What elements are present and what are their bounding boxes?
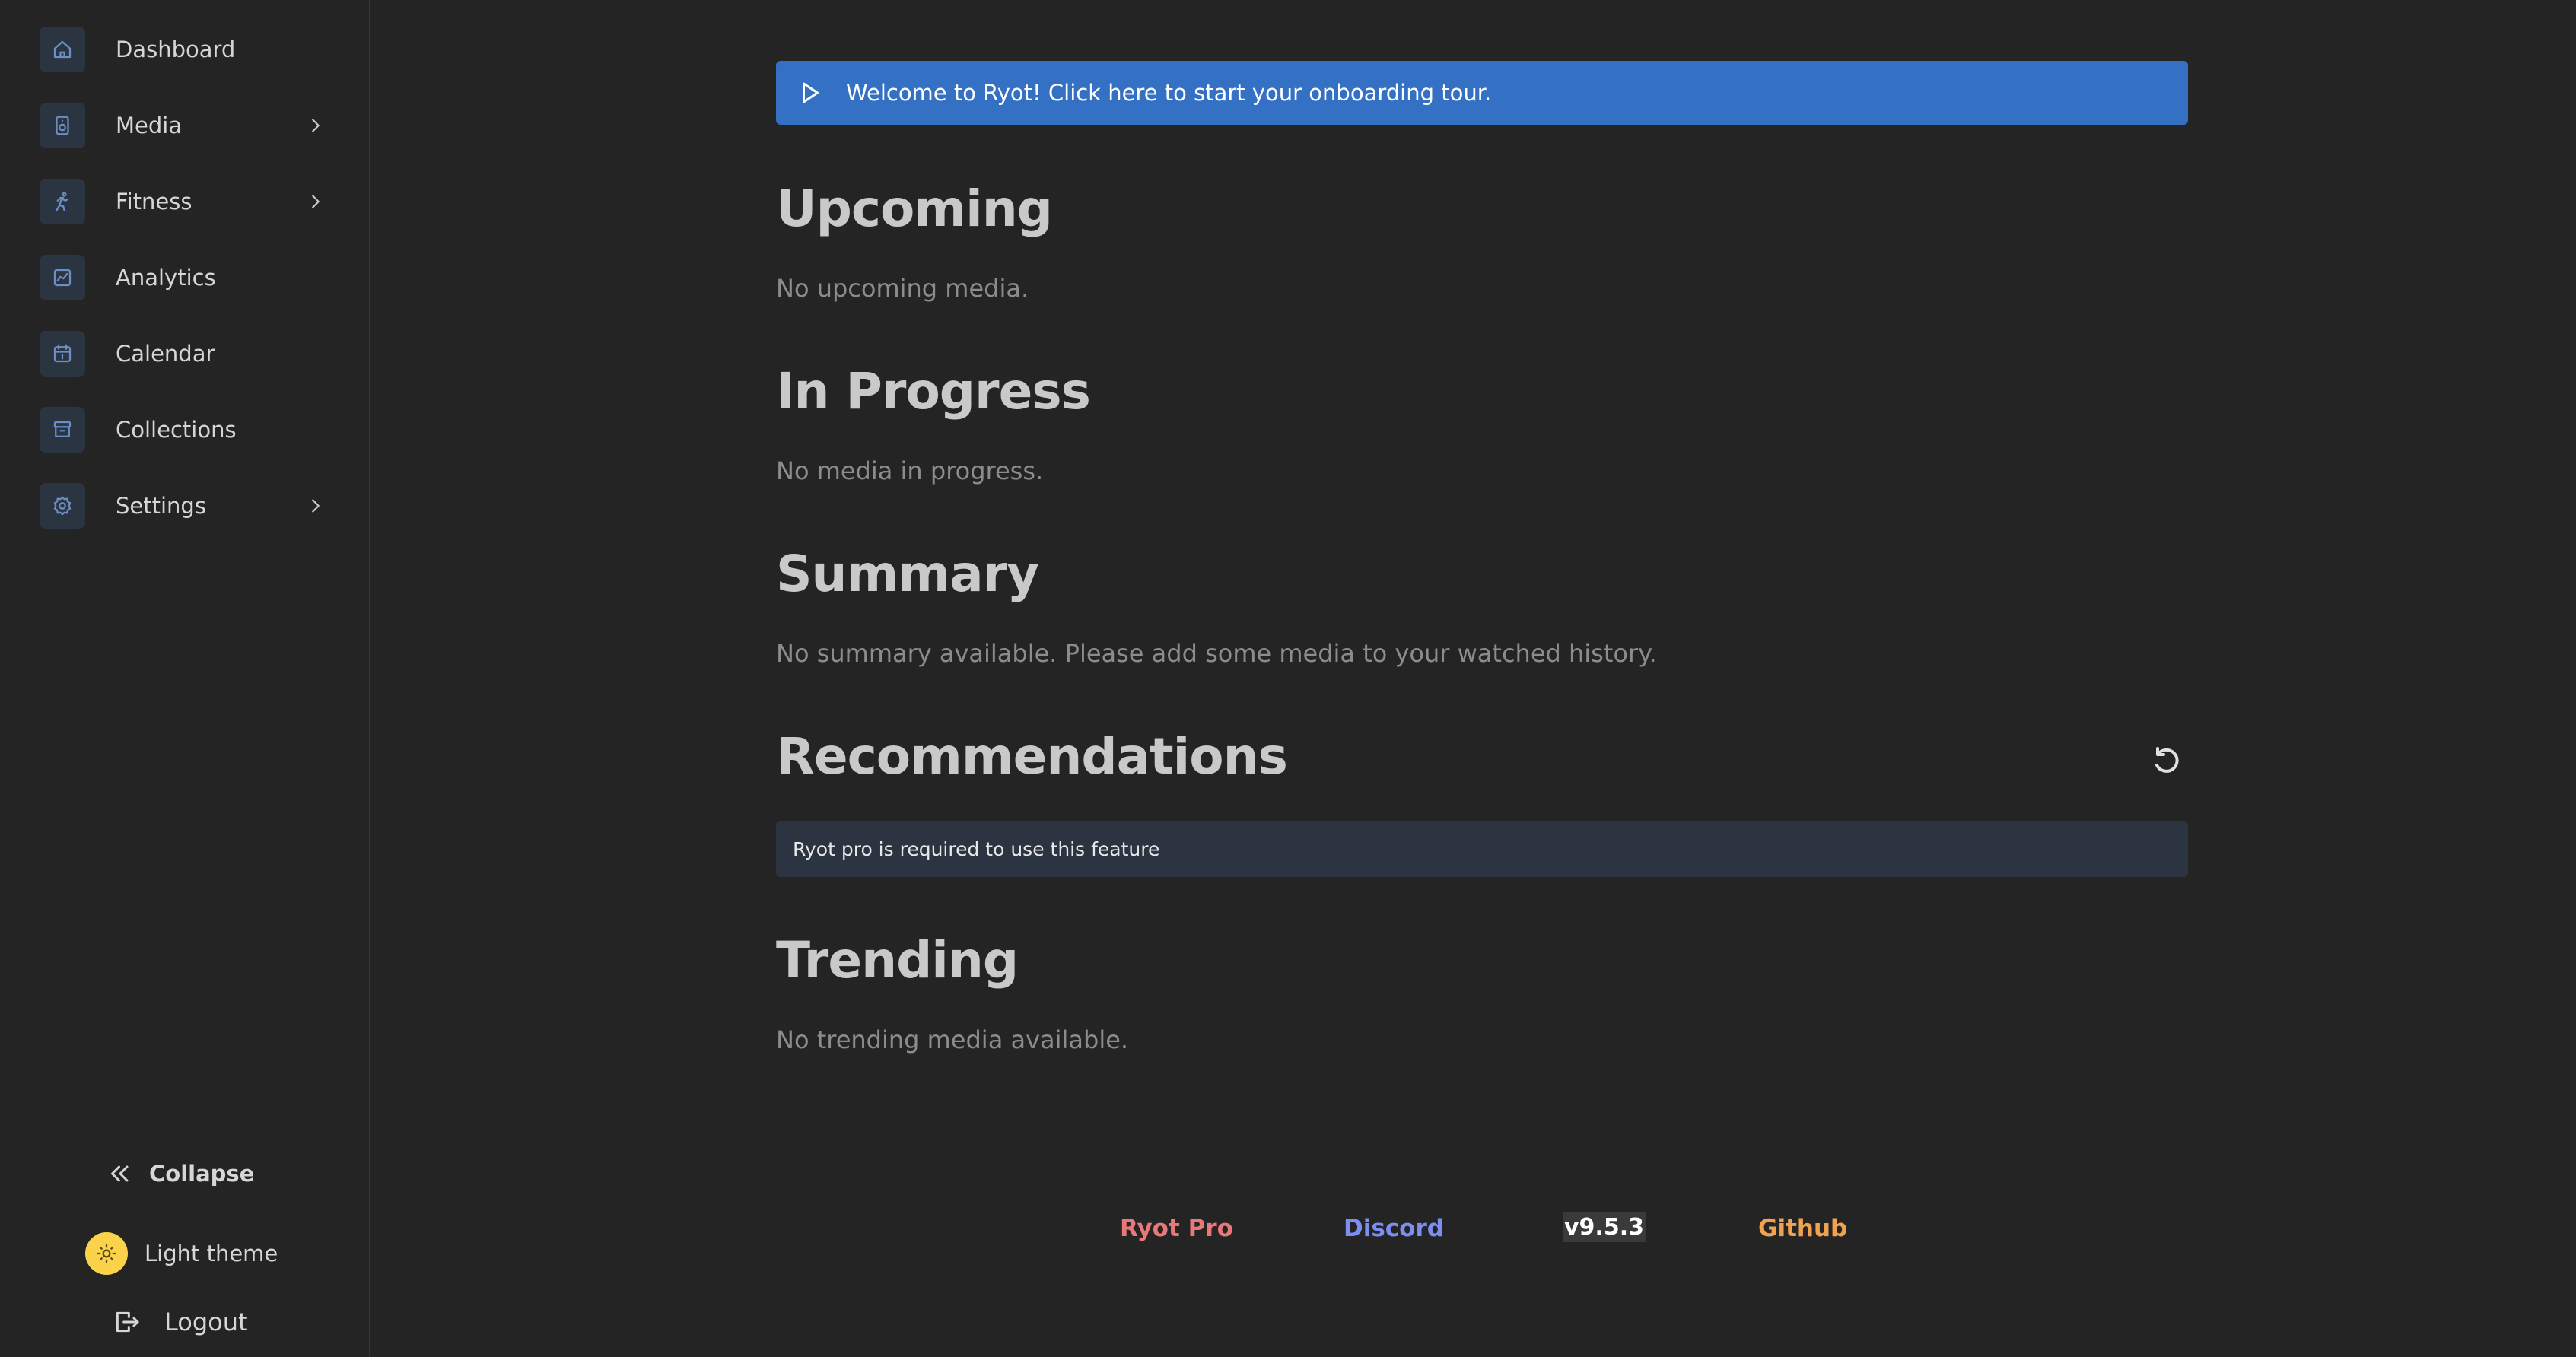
recommendations-title: Recommendations: [776, 727, 1288, 786]
in-progress-empty-text: No media in progress.: [776, 456, 1044, 485]
version-badge: v9.5.3: [1563, 1212, 1646, 1242]
logout-icon: [116, 1311, 139, 1333]
sidebar-item-fitness[interactable]: Fitness: [40, 179, 327, 224]
sidebar-item-label: Settings: [116, 493, 206, 519]
pro-required-notice: Ryot pro is required to use this feature: [776, 821, 2188, 877]
sidebar-item-label: Analytics: [116, 265, 216, 291]
sidebar-item-media[interactable]: Media: [40, 103, 327, 148]
sidebar-item-settings[interactable]: Settings: [40, 483, 327, 529]
trending-title: Trending: [776, 931, 1019, 990]
discord-link[interactable]: Discord: [1344, 1215, 1444, 1242]
chevron-right-icon: [312, 119, 320, 132]
logout-label: Logout: [164, 1308, 248, 1336]
theme-label: Light theme: [145, 1241, 278, 1266]
sidebar-item-label: Media: [116, 113, 183, 138]
upcoming-empty-text: No upcoming media.: [776, 274, 1029, 303]
sidebar-item-label: Calendar: [116, 341, 215, 367]
github-link[interactable]: Github: [1758, 1215, 1847, 1242]
onboarding-banner[interactable]: Welcome to Ryot! Click here to start you…: [776, 61, 2188, 125]
pro-required-text: Ryot pro is required to use this feature: [793, 837, 1160, 860]
calendar-icon: [40, 331, 85, 377]
summary-title: Summary: [776, 545, 1039, 603]
sidebar-item-collections[interactable]: Collections: [40, 407, 327, 453]
sidebar: Dashboard Media Fitness Analytics Calend…: [0, 0, 370, 1357]
chevron-right-icon: [312, 195, 320, 208]
collapse-label: Collapse: [149, 1161, 255, 1187]
sidebar-item-label: Fitness: [116, 189, 192, 215]
sidebar-item-calendar[interactable]: Calendar: [40, 331, 327, 377]
trending-empty-text: No trending media available.: [776, 1025, 1129, 1054]
sidebar-item-analytics[interactable]: Analytics: [40, 255, 327, 300]
banner-text: Welcome to Ryot! Click here to start you…: [846, 80, 1492, 106]
play-icon: [803, 82, 819, 103]
sun-icon: [85, 1232, 128, 1275]
ryot-pro-link[interactable]: Ryot Pro: [1120, 1215, 1233, 1242]
chart-icon: [40, 255, 85, 300]
running-icon: [40, 179, 85, 224]
upcoming-title: Upcoming: [776, 180, 1053, 238]
gear-icon: [40, 483, 85, 529]
refresh-icon[interactable]: [2148, 742, 2185, 779]
chevron-right-icon: [312, 499, 320, 513]
in-progress-title: In Progress: [776, 362, 1091, 421]
summary-empty-text: No summary available. Please add some me…: [776, 639, 1657, 668]
app-root: Dashboard Media Fitness Analytics Calend…: [0, 0, 2576, 1357]
home-icon: [40, 27, 85, 72]
collapse-button[interactable]: Collapse: [107, 1156, 254, 1191]
theme-toggle[interactable]: Light theme: [85, 1232, 278, 1275]
logout-button[interactable]: Logout: [111, 1304, 248, 1340]
sidebar-item-dashboard[interactable]: Dashboard: [40, 27, 327, 72]
sidebar-item-label: Dashboard: [116, 37, 236, 62]
chevrons-left-icon: [111, 1165, 129, 1182]
archive-icon: [40, 407, 85, 453]
media-icon: [40, 103, 85, 148]
sidebar-item-label: Collections: [116, 417, 237, 443]
